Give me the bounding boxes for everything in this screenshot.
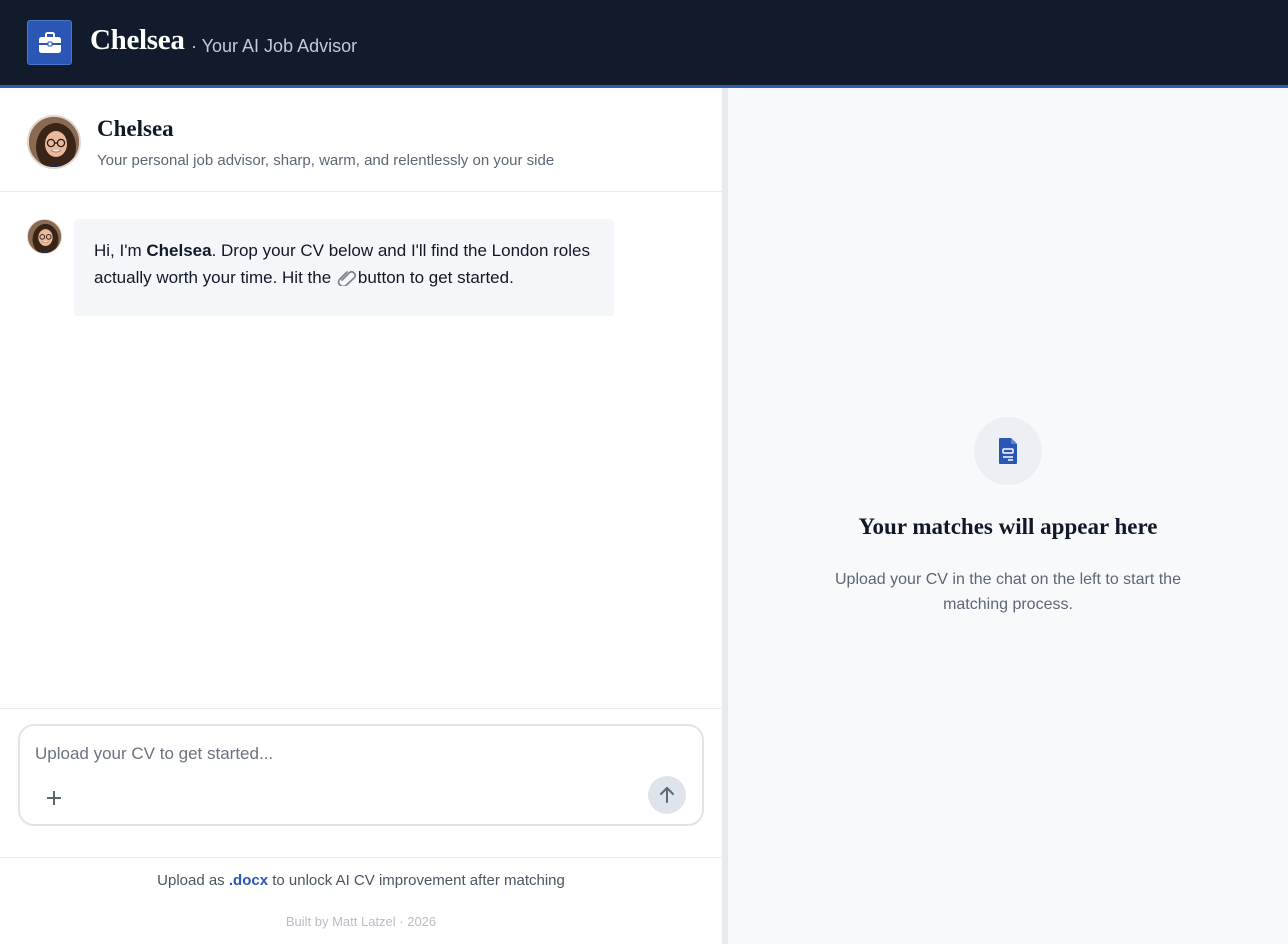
message-bubble: Hi, I'm Chelsea. Drop your CV below and … (74, 219, 614, 316)
empty-state-icon-wrap (974, 417, 1042, 485)
empty-state-text: Upload your CV in the chat on the left t… (835, 571, 1181, 613)
composer (18, 724, 704, 826)
composer-area (0, 708, 722, 858)
credit-text: Built by Matt Latzel · 2026 (285, 914, 437, 929)
docx-highlight: .docx (228, 872, 269, 889)
message-bold-name: Chelsea (146, 241, 212, 260)
app-subtitle: · Your AI Job Advisor (191, 36, 358, 56)
plus-icon (47, 791, 61, 805)
message-input[interactable] (35, 740, 635, 768)
empty-state-title: Your matches will appear here (858, 514, 1158, 539)
message-avatar (27, 219, 62, 254)
chat-panel: Chelsea Your personal job advisor, sharp… (0, 88, 722, 944)
hint-text: Upload as (157, 872, 225, 889)
advisor-avatar (27, 115, 81, 169)
briefcase-icon (38, 31, 61, 53)
document-icon (999, 438, 1017, 464)
advisor-name: Chelsea (97, 116, 174, 141)
app-logo (27, 20, 72, 65)
paperclip-icon (337, 270, 356, 286)
app-title: Chelsea (90, 24, 185, 56)
top-bar: Chelsea · Your AI Job Advisor (0, 0, 1288, 88)
message-text: Hi, I'm (94, 241, 147, 260)
send-button[interactable] (648, 776, 686, 814)
advisor-header: Chelsea Your personal job advisor, sharp… (0, 88, 722, 192)
message-text: button to get started. (357, 268, 514, 287)
advisor-description: Your personal job advisor, sharp, warm, … (97, 152, 555, 169)
arrow-up-icon (660, 787, 674, 803)
hint-text: to unlock AI CV improvement after matchi… (272, 872, 565, 889)
upload-hint: Upload as .docx to unlock AI CV improvem… (0, 872, 722, 889)
matches-panel: Your matches will appear here Upload you… (728, 88, 1288, 944)
attach-button[interactable] (40, 784, 68, 812)
